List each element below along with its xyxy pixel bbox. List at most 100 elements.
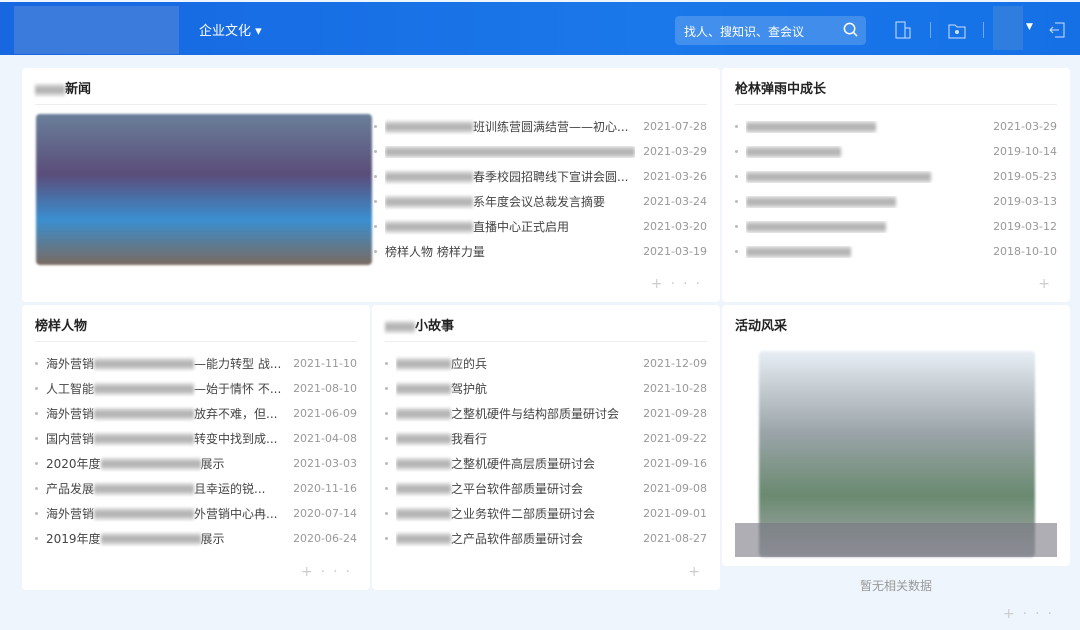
item-date: 2021-09-22 <box>643 432 707 445</box>
item-title: 产品发展 且幸运的锐... <box>46 482 266 496</box>
card-actions[interactable]: +··· <box>301 564 358 580</box>
activity-actions[interactable]: +··· <box>1003 606 1060 622</box>
list-item[interactable]: 之业务软件二部质量研讨会 2021-09-01 <box>385 501 707 526</box>
bullet-icon <box>385 412 388 415</box>
list-item[interactable]: 2020年度 展示 2021-03-03 <box>35 451 357 476</box>
logout-icon[interactable] <box>1047 20 1067 40</box>
avatar[interactable] <box>993 6 1023 50</box>
list-item[interactable]: 海外营销 —能力转型 战... 2021-11-10 <box>35 351 357 376</box>
item-title: 之整机硬件高层质量研讨会 <box>396 455 635 472</box>
bullet-icon <box>35 487 38 490</box>
item-title: 海外营销 外营销中心冉... <box>46 507 278 521</box>
list-item[interactable]: 之整机硬件与结构部质量研讨会 2021-09-28 <box>385 401 707 426</box>
item-date: 2019-03-12 <box>993 220 1057 233</box>
item-date: 2021-03-03 <box>293 457 357 470</box>
item-title <box>746 245 985 258</box>
chevron-down-icon[interactable]: ▼ <box>1026 22 1033 32</box>
list-item[interactable]: 2021-03-29 <box>374 139 707 164</box>
list-item[interactable]: 榜样人物 榜样力量 2021-03-19 <box>374 239 707 264</box>
logo[interactable] <box>14 6 179 54</box>
bullet-icon <box>35 512 38 515</box>
list-item[interactable]: 我看行 2021-09-22 <box>385 426 707 451</box>
list-item[interactable]: 海外营销 外营销中心冉... 2020-07-14 <box>35 501 357 526</box>
list-item[interactable]: 直播中心正式启用 2021-03-20 <box>374 214 707 239</box>
bullet-icon <box>385 362 388 365</box>
menu-label: 企业文化 <box>199 24 252 39</box>
item-title: 之业务软件二部质量研讨会 <box>396 505 635 522</box>
list-item[interactable]: 之整机硬件高层质量研讨会 2021-09-16 <box>385 451 707 476</box>
card-actions[interactable]: + <box>688 564 708 580</box>
item-date: 2021-09-08 <box>643 482 707 495</box>
item-date: 2021-03-24 <box>643 195 707 208</box>
list-item[interactable]: 产品发展 且幸运的锐... 2020-11-16 <box>35 476 357 501</box>
item-title: 海外营销 放弃不难，但... <box>46 407 278 421</box>
list-item[interactable]: 春季校园招聘线下宣讲会圆... 2021-03-26 <box>374 164 707 189</box>
item-date: 2018-10-10 <box>993 245 1057 258</box>
item-title: 2020年度 展示 <box>46 457 225 471</box>
list-item[interactable]: 之产品软件部质量研讨会 2021-08-27 <box>385 526 707 551</box>
item-date: 2021-07-28 <box>643 120 707 133</box>
bullet-icon <box>735 200 738 203</box>
list-item[interactable]: 2019-03-12 <box>735 214 1057 239</box>
item-date: 2021-06-09 <box>293 407 357 420</box>
building-icon[interactable] <box>893 20 913 40</box>
list-item[interactable]: 2019-05-23 <box>735 164 1057 189</box>
item-date: 2019-03-13 <box>993 195 1057 208</box>
list-item[interactable]: 2019年度 展示 2020-06-24 <box>35 526 357 551</box>
list-item[interactable]: 海外营销 放弃不难，但... 2021-06-09 <box>35 401 357 426</box>
list-item[interactable]: 驾护航 2021-10-28 <box>385 376 707 401</box>
item-date: 2020-11-16 <box>293 482 357 495</box>
list-item[interactable]: 2018-10-10 <box>735 239 1057 264</box>
list-item[interactable]: 人工智能 —始于情怀 不... 2021-08-10 <box>35 376 357 401</box>
list-item[interactable]: 2019-10-14 <box>735 139 1057 164</box>
card-title: 新闻 <box>35 78 91 97</box>
item-date: 2021-09-01 <box>643 507 707 520</box>
list-item[interactable]: 系年度会议总裁发言摘要 2021-03-24 <box>374 189 707 214</box>
card-actions[interactable]: + <box>1038 276 1058 292</box>
item-title: 榜样人物 榜样力量 <box>385 245 485 259</box>
bullet-icon <box>374 125 377 128</box>
item-title: 国内营销 转变中找到成... <box>46 432 278 446</box>
list-item[interactable]: 国内营销 转变中找到成... 2021-04-08 <box>35 426 357 451</box>
bullet-icon <box>385 512 388 515</box>
bullet-icon <box>374 150 377 153</box>
item-title: 人工智能 —始于情怀 不... <box>46 382 282 396</box>
item-title: 直播中心正式启用 <box>385 218 635 235</box>
bullet-icon <box>385 437 388 440</box>
menu-enterprise-culture[interactable]: 企业文化 ▾ <box>199 20 262 39</box>
card-title: 活动风采 <box>735 319 788 334</box>
item-title: 系年度会议总裁发言摘要 <box>385 193 635 210</box>
list-item[interactable]: 班训练营圆满结营——初心... 2021-07-28 <box>374 114 707 139</box>
list-item[interactable]: 2019-03-13 <box>735 189 1057 214</box>
item-title: 应的兵 <box>396 355 635 372</box>
item-date: 2021-09-28 <box>643 407 707 420</box>
item-title: 之产品软件部质量研讨会 <box>396 530 635 547</box>
item-title: 我看行 <box>396 430 635 447</box>
item-title: 之整机硬件与结构部质量研讨会 <box>396 405 635 422</box>
bullet-icon <box>374 200 377 203</box>
search-input[interactable]: 找人、搜知识、查会议 <box>675 16 866 45</box>
item-title <box>385 145 635 158</box>
item-date: 2021-03-29 <box>993 120 1057 133</box>
bullet-icon <box>735 175 738 178</box>
card-title: 小故事 <box>385 315 454 334</box>
item-date: 2021-08-10 <box>293 382 357 395</box>
search-icon[interactable] <box>843 22 858 37</box>
bullet-icon <box>374 250 377 253</box>
news-image[interactable] <box>36 114 372 265</box>
list-item[interactable]: 应的兵 2021-12-09 <box>385 351 707 376</box>
card-actions[interactable]: +··· <box>651 276 708 292</box>
item-title <box>746 120 985 133</box>
item-title: 之平台软件部质量研讨会 <box>396 480 635 497</box>
divider <box>983 22 984 38</box>
models-card: 榜样人物 海外营销 —能力转型 战... 2021-11-10 人工智能 —始于情怀 不… <box>22 305 370 590</box>
top-header: 企业文化 ▾ 找人、搜知识、查会议 ▼ <box>0 2 1080 55</box>
growth-card: 枪林弹雨中成长 2021-03-29 2019-10-14 2019-05-23 20… <box>722 68 1070 302</box>
list-item[interactable]: 之平台软件部质量研讨会 2021-09-08 <box>385 476 707 501</box>
folder-star-icon[interactable] <box>947 20 967 40</box>
bullet-icon <box>385 487 388 490</box>
image-caption-bar <box>735 523 1057 557</box>
search-placeholder: 找人、搜知识、查会议 <box>684 25 805 39</box>
item-date: 2021-08-27 <box>643 532 707 545</box>
list-item[interactable]: 2021-03-29 <box>735 114 1057 139</box>
